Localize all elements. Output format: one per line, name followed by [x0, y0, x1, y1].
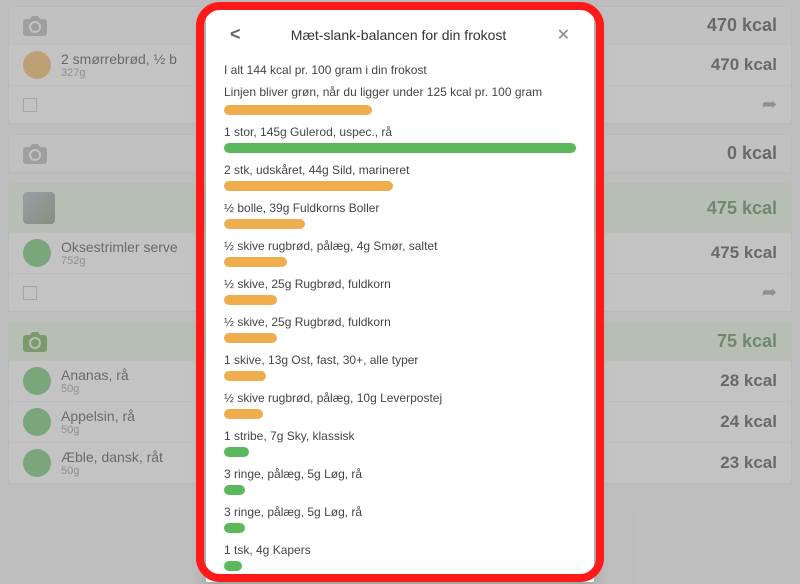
balance-item: ½ skive rugbrød, pålæg, 10g Leverpostej [224, 391, 576, 419]
back-button[interactable]: < [224, 22, 247, 47]
balance-item-meter [224, 523, 245, 533]
balance-item-label: ½ skive, 25g Rugbrød, fuldkorn [224, 277, 576, 291]
balance-item-label: 2 stk, udskåret, 44g Sild, marineret [224, 163, 576, 177]
balance-item: 1 tsk, 4g Kapers [224, 543, 576, 571]
balance-item-meter [224, 333, 277, 343]
balance-item: 3 ringe, pålæg, 5g Løg, rå [224, 467, 576, 495]
intro-line-2: Linjen bliver grøn, når du ligger under … [224, 83, 576, 101]
balance-item-meter [224, 219, 305, 229]
balance-item-label: ½ bolle, 39g Fuldkorns Boller [224, 201, 576, 215]
balance-item: ½ skive, 25g Rugbrød, fuldkorn [224, 277, 576, 305]
balance-item-label: 1 skive, 13g Ost, fast, 30+, alle typer [224, 353, 576, 367]
balance-item-meter [224, 181, 393, 191]
modal-title: Mæt-slank-balancen for din frokost [247, 27, 551, 43]
food-item-list: 1 stor, 145g Gulerod, uspec., rå 2 stk, u… [224, 125, 576, 582]
balance-item-meter [224, 371, 266, 381]
balance-item: ½ skive, 25g Rugbrød, fuldkorn [224, 315, 576, 343]
balance-item-label: ½ skive rugbrød, pålæg, 4g Smør, saltet [224, 239, 576, 253]
balance-item-label: ½ skive, 25g Rugbrød, fuldkorn [224, 315, 576, 329]
intro-meter [224, 105, 372, 115]
balance-item-label: 3 ringe, pålæg, 5g Løg, rå [224, 467, 576, 481]
balance-item: 1 skive, 13g Ost, fast, 30+, alle typer [224, 353, 576, 381]
balance-item-meter [224, 485, 245, 495]
balance-item-meter [224, 409, 263, 419]
balance-item: 1 stribe, 7g Sky, klassisk [224, 429, 576, 457]
close-button[interactable]: ✕ [551, 23, 576, 47]
balance-item: ½ bolle, 39g Fuldkorns Boller [224, 201, 576, 229]
balance-item: ½ skive rugbrød, pålæg, 4g Smør, saltet [224, 239, 576, 267]
balance-item: 1 knivspids, 1g Peber, sort [224, 581, 576, 582]
balance-item: 2 stk, udskåret, 44g Sild, marineret [224, 163, 576, 191]
balance-item-meter [224, 295, 277, 305]
balance-item: 3 ringe, pålæg, 5g Løg, rå [224, 505, 576, 533]
balance-item-label: 1 stor, 145g Gulerod, uspec., rå [224, 125, 576, 139]
balance-item-meter [224, 561, 242, 571]
balance-item-meter [224, 447, 249, 457]
balance-item-label: ½ skive rugbrød, pålæg, 10g Leverpostej [224, 391, 576, 405]
balance-item-meter [224, 257, 287, 267]
balance-item-label: 3 ringe, pålæg, 5g Løg, rå [224, 505, 576, 519]
balance-item-label: 1 stribe, 7g Sky, klassisk [224, 429, 576, 443]
balance-item-label: 1 tsk, 4g Kapers [224, 543, 576, 557]
balance-item: 1 stor, 145g Gulerod, uspec., rå [224, 125, 576, 153]
balance-modal: < Mæt-slank-balancen for din frokost ✕ I… [206, 10, 594, 582]
balance-item-meter [224, 143, 576, 153]
intro-line-1: I alt 144 kcal pr. 100 gram i din frokos… [224, 61, 576, 79]
balance-item-label: 1 knivspids, 1g Peber, sort [224, 581, 576, 582]
